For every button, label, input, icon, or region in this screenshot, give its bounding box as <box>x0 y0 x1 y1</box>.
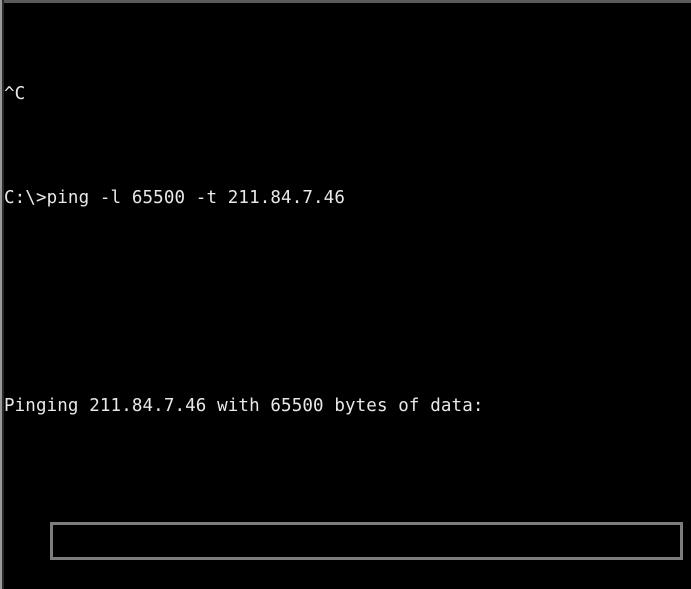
pinging-header-line: Pinging 211.84.7.46 with 65500 bytes of … <box>4 396 484 416</box>
interrupt-line-top: ^C <box>4 84 26 104</box>
blank-line-2 <box>4 497 691 523</box>
console-output[interactable]: ^C C:\>ping -l 65500 -t 211.84.7.46 Ping… <box>4 3 691 589</box>
command-prompt-line: C:\>ping -l 65500 -t 211.84.7.46 <box>4 188 345 208</box>
blank-line-1 <box>4 289 691 315</box>
command-prompt-window[interactable]: ^C C:\>ping -l 65500 -t 211.84.7.46 Ping… <box>0 0 691 589</box>
